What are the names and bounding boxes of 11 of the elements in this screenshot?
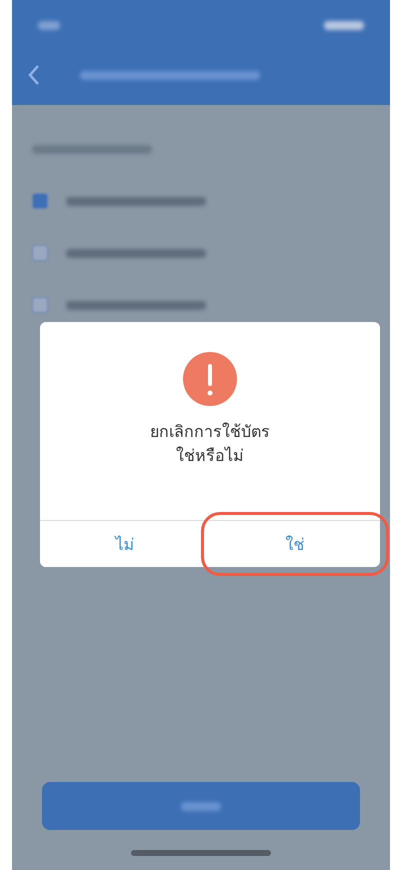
back-chevron-icon[interactable] [28, 64, 40, 86]
blurred-button-label [181, 802, 221, 810]
status-icons-blur [324, 20, 364, 30]
status-time-blur [38, 20, 60, 30]
confirm-bar[interactable] [42, 782, 360, 830]
checkbox[interactable] [32, 297, 48, 313]
checkbox[interactable] [32, 193, 48, 209]
dialog-message: ยกเลิกการใช้บัตร [150, 421, 270, 443]
dialog-message: ใช่หรือไม่ [176, 445, 244, 467]
checkbox[interactable] [32, 245, 48, 261]
warning-icon [183, 352, 237, 406]
